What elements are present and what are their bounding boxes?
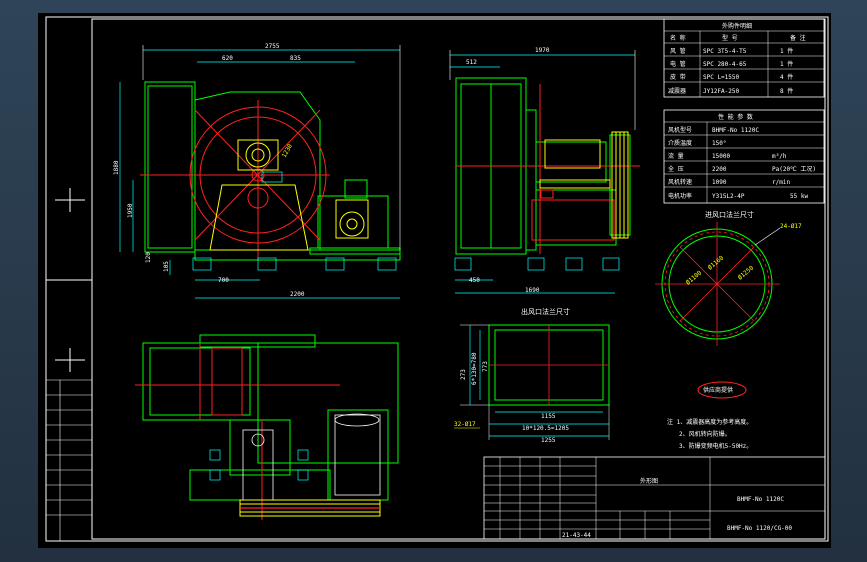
inlet-flange-title: 进风口法兰尺寸 (705, 210, 754, 219)
outlet-dim-773: 773 (482, 361, 489, 372)
drawing-viewport[interactable]: 2755 620 835 1880 1950 1230 700 2200 120… (38, 13, 831, 548)
perf-row-5-unit: r/min (772, 179, 790, 186)
inlet-d1-label: Ø1160 (707, 254, 726, 271)
parts-row-1-note: 1 件 (780, 47, 793, 55)
outlet-dim-1255: 1255 (541, 437, 556, 444)
outlet-flange-title: 出风口法兰尺寸 (521, 307, 570, 316)
perf-row-4-label: 全 压 (668, 165, 684, 173)
parts-row-2-name: 电 管 (670, 60, 686, 68)
perf-row-6-unit: 55 kw (790, 193, 808, 200)
outlet-dim-1205: 10*120.5=1205 (522, 425, 569, 432)
title-block-model: BHMF-No 1120C (737, 496, 784, 503)
parts-row-4-name: 减震器 (668, 87, 686, 95)
outlet-dim-1155: 1155 (541, 413, 556, 420)
perf-row-3-unit: m³/h (772, 153, 787, 160)
drawing-canvas: 2755 620 835 1880 1950 1230 700 2200 120… (45, 16, 829, 542)
parts-header-name: 名 称 (670, 34, 686, 42)
outlet-dim-273: 273 (460, 369, 467, 380)
side-dim-1970: 1970 (535, 47, 550, 54)
perf-row-5-label: 风机转速 (668, 178, 692, 186)
front-dim-1230: 1230 (281, 143, 294, 159)
front-dim-120: 120 (145, 252, 152, 263)
perf-row-5-value: 1090 (712, 179, 727, 186)
note-line-1: 注 1、减震器高度为参考高度。 (667, 418, 752, 426)
parts-row-4-note: 8 件 (780, 87, 793, 95)
notes-block: 注 1、减震器高度为参考高度。 2、风机转向防爆。 3、防爆变频电机5-50Hz… (667, 418, 752, 450)
front-dim-2200: 2200 (290, 291, 305, 298)
perf-row-6-label: 电机功率 (668, 192, 692, 200)
perf-table-title: 性 能 参 数 (718, 113, 753, 121)
outlet-dim-780: 6*130=780 (471, 352, 478, 385)
perf-row-2-label: 介质温度 (668, 139, 692, 147)
note-line-2: 2、风机转向防爆。 (679, 430, 731, 438)
front-dim-2755: 2755 (265, 43, 280, 50)
perf-row-3-value: 15000 (712, 153, 730, 160)
title-block-drawing-no: BHMF-No 1120/CG-00 (727, 525, 792, 532)
outlet-holes-label: 32-Ø17 (454, 421, 476, 428)
side-dim-512: 512 (466, 59, 477, 66)
front-view[interactable]: 2755 620 835 1880 1950 1230 700 2200 120… (113, 43, 401, 299)
perf-row-4-unit: Pa(20℃ 工况) (772, 166, 816, 173)
front-dim-700: 700 (218, 277, 229, 284)
parts-row-3-model: SPC L=1550 (703, 74, 740, 81)
parts-row-2-note: 1 件 (780, 60, 793, 68)
front-dim-835: 835 (290, 55, 301, 62)
front-dim-105: 105 (163, 261, 170, 272)
title-block-name: 外形图 (640, 477, 658, 485)
top-view[interactable] (135, 334, 399, 520)
supplier-stamp: 供应商提供 (697, 381, 747, 399)
perf-row-2-value: 150° (712, 140, 726, 147)
perf-row-3-label: 流 量 (668, 152, 684, 160)
front-dim-1880: 1880 (113, 160, 120, 175)
front-dim-620: 620 (222, 55, 233, 62)
parts-row-3-name: 皮 带 (670, 73, 686, 81)
revision-column (46, 379, 92, 541)
parts-row-1-model: SPC 3T5-4-T5 (703, 48, 747, 55)
outlet-flange-view[interactable]: 出风口法兰尺寸 1155 10*120.5=1205 1255 273 6*13… (454, 307, 610, 444)
parts-row-2-model: SPC 280-4-65 (703, 61, 747, 68)
side-view[interactable]: 1970 512 450 1690 (449, 47, 640, 294)
sheet-outer-border (45, 16, 829, 542)
side-dim-450: 450 (469, 277, 480, 284)
perf-row-6-value: Y315L2-4P (712, 193, 745, 200)
parts-header-model: 型 号 (722, 34, 738, 42)
stamp-text: 供应商提供 (703, 386, 733, 394)
side-dim-1690: 1690 (525, 287, 540, 294)
performance-table: 性 能 参 数 风机型号 BHMF-No 1120C 介质温度 150° 流 量… (663, 109, 825, 204)
registration-marks (46, 188, 92, 372)
inlet-holes-label: 24-Ø17 (780, 223, 802, 230)
note-line-3: 3、防爆变频电机5-50Hz。 (679, 442, 752, 450)
parts-row-4-model: JY12FA-250 (703, 88, 740, 95)
title-block: 外形图 BHMF-No 1120C BHMF-No 1120/CG-00 21-… (483, 456, 826, 540)
parts-header-note: 备 注 (790, 34, 806, 42)
front-dim-1950: 1950 (127, 203, 134, 218)
perf-row-1-label: 风机型号 (668, 126, 692, 134)
parts-table: 外购件明细 名 称 型 号 备 注 风 管 SPC 3T5-4-T5 1 件 电… (663, 18, 825, 98)
parts-row-1-name: 风 管 (670, 47, 686, 55)
title-block-misc: 21-43-44 (562, 532, 591, 539)
parts-table-title: 外购件明细 (722, 22, 752, 30)
inlet-flange-view[interactable]: 进风口法兰尺寸 24-Ø17 Ø1160 Ø1100 Ø1250 (655, 210, 802, 346)
perf-row-1-value: BHMF-No 1120C (712, 127, 759, 134)
parts-row-3-note: 4 件 (780, 73, 793, 81)
inlet-d3-label: Ø1250 (737, 264, 756, 281)
perf-row-4-value: 2200 (712, 166, 727, 173)
